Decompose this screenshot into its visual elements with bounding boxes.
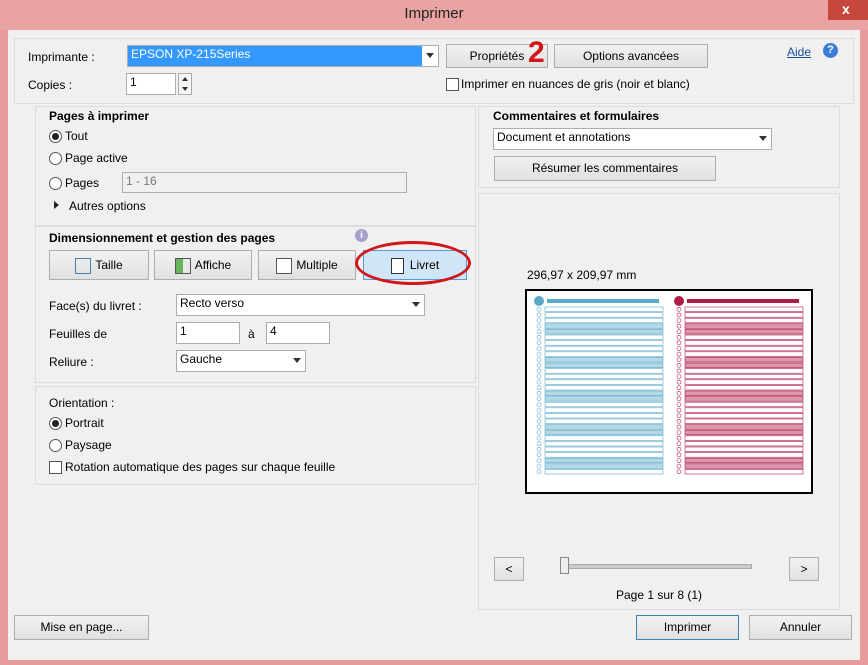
resize-icon [75, 257, 92, 274]
page-slider-track[interactable] [560, 564, 752, 569]
title-bar: Imprimer x [0, 0, 868, 30]
sides-select[interactable]: Recto verso [176, 294, 425, 316]
copies-spinner[interactable] [178, 73, 192, 95]
pages-range-radio[interactable] [49, 177, 62, 190]
pages-current-radio[interactable] [49, 152, 62, 165]
pages-current-label: Page active [65, 151, 128, 165]
spin-down-icon[interactable] [182, 87, 188, 91]
comments-select[interactable]: Document et annotations [493, 128, 772, 150]
left-page-content [534, 296, 664, 475]
more-options-label[interactable]: Autres options [69, 199, 146, 213]
expand-arrow-icon[interactable] [54, 201, 59, 209]
advanced-options-button[interactable]: Options avancées [554, 44, 708, 68]
chevron-down-icon [422, 46, 438, 66]
print-button[interactable]: Imprimer [636, 615, 739, 640]
sides-select-value: Recto verso [180, 296, 245, 310]
poster-icon [174, 257, 191, 274]
sheets-label: Feuilles de [49, 327, 108, 341]
help-icon[interactable]: ? [823, 43, 838, 58]
multiple-pages-icon [276, 257, 293, 274]
pages-heading: Pages à imprimer [49, 109, 150, 123]
size-button-label: Taille [95, 258, 123, 272]
chevron-down-icon [289, 351, 305, 371]
window-title: Imprimer [404, 5, 464, 22]
poster-button-label: Affiche [194, 258, 232, 272]
pages-range-input[interactable]: 1 - 16 [122, 172, 407, 193]
portrait-radio[interactable] [49, 417, 62, 430]
preview-dimensions: 296,97 x 209,97 mm [527, 268, 637, 282]
comments-select-value: Document et annotations [497, 130, 631, 144]
page-slider-thumb[interactable] [560, 557, 569, 574]
dialog-body: Imprimante : EPSON XP-215Series Propriét… [8, 30, 860, 660]
grayscale-label: Imprimer en nuances de gris (noir et bla… [461, 77, 690, 91]
page-preview-thumbnail [534, 296, 804, 475]
help-link[interactable]: Aide [787, 45, 811, 59]
autorotate-checkbox[interactable] [49, 461, 62, 474]
annotation-circle [355, 241, 471, 285]
pages-range-label: Pages [65, 176, 100, 190]
poster-button[interactable]: Affiche [154, 250, 252, 280]
portrait-label: Portrait [65, 416, 104, 430]
pages-all-radio[interactable] [49, 130, 62, 143]
copies-input[interactable]: 1 [126, 73, 176, 95]
next-page-button[interactable]: > [789, 557, 819, 581]
size-button[interactable]: Taille [49, 250, 149, 280]
close-button[interactable]: x [828, 0, 868, 20]
sheets-to-input[interactable]: 4 [266, 322, 330, 344]
dialog-window: Imprimer x Imprimante : EPSON XP-215Seri… [0, 0, 868, 665]
close-icon: x [842, 1, 850, 17]
landscape-label: Paysage [65, 438, 112, 452]
annotation-number-2: 2 [528, 36, 545, 69]
comments-heading: Commentaires et formulaires [493, 109, 660, 123]
printer-select-value: EPSON XP-215Series [131, 47, 251, 61]
chevron-down-icon [408, 295, 424, 315]
multiple-button[interactable]: Multiple [258, 250, 356, 280]
prev-page-button[interactable]: < [494, 557, 524, 581]
binding-select[interactable]: Gauche [176, 350, 306, 372]
summarize-comments-button[interactable]: Résumer les commentaires [494, 156, 716, 181]
page-setup-button[interactable]: Mise en page... [14, 615, 149, 640]
sides-label: Face(s) du livret : [49, 299, 142, 313]
chevron-down-icon [755, 129, 771, 149]
right-page-content [674, 296, 804, 475]
printer-label: Imprimante : [28, 50, 95, 64]
printer-select[interactable]: EPSON XP-215Series [127, 45, 439, 67]
binding-label: Reliure : [49, 355, 94, 369]
cancel-button[interactable]: Annuler [749, 615, 852, 640]
sheets-to-label: à [248, 327, 255, 341]
sizing-heading: Dimensionnement et gestion des pages [49, 231, 276, 245]
page-status: Page 1 sur 8 (1) [616, 588, 703, 602]
landscape-radio[interactable] [49, 439, 62, 452]
info-icon[interactable]: i [355, 229, 368, 242]
copies-label: Copies : [28, 78, 73, 92]
sheets-from-input[interactable]: 1 [176, 322, 240, 344]
multiple-button-label: Multiple [296, 258, 338, 272]
binding-select-value: Gauche [180, 352, 223, 366]
autorotate-label: Rotation automatique des pages sur chaqu… [65, 460, 336, 474]
orientation-heading: Orientation : [49, 396, 115, 410]
grayscale-checkbox[interactable] [446, 78, 459, 91]
page-preview [525, 289, 813, 494]
spin-up-icon[interactable] [182, 77, 188, 81]
pages-all-label: Tout [65, 129, 88, 143]
